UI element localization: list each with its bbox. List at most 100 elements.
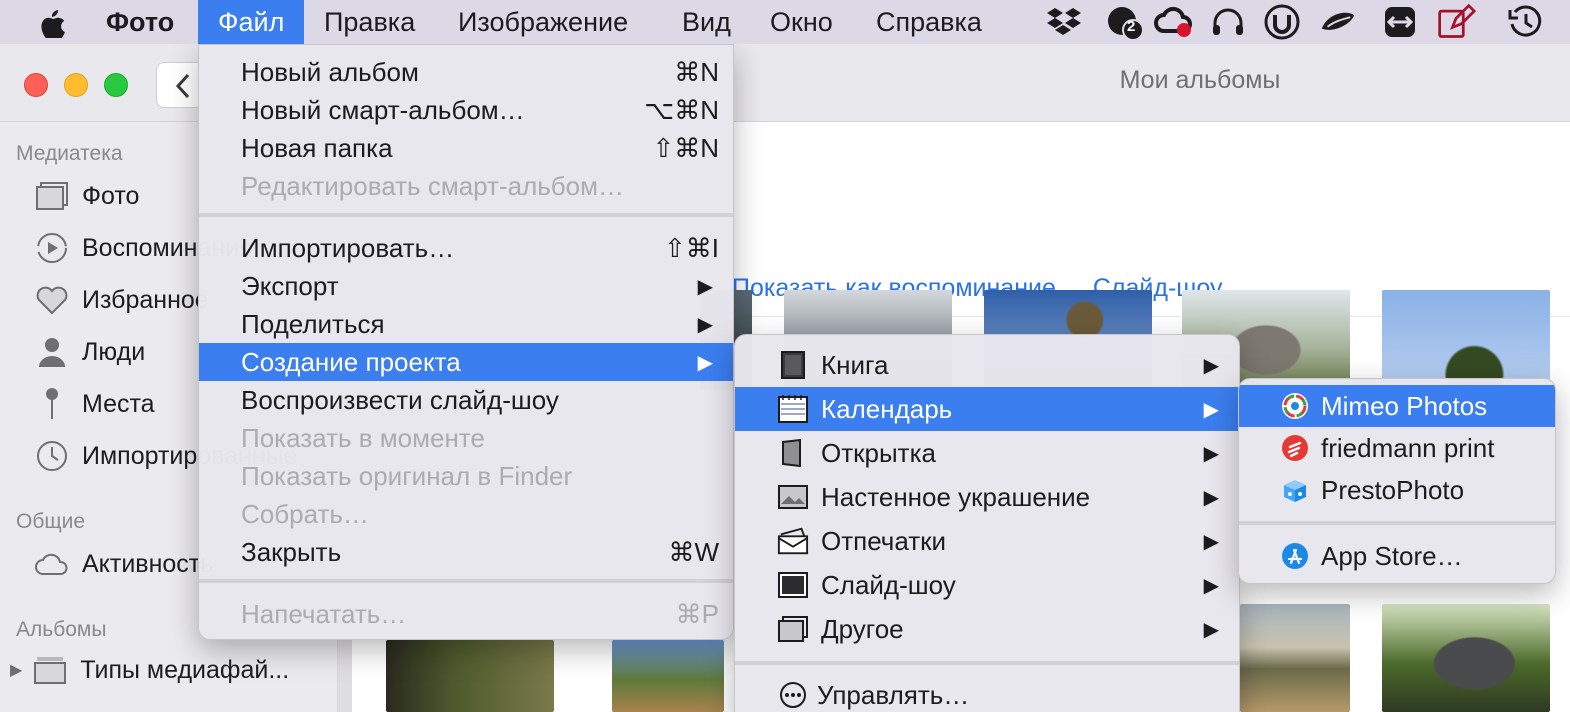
- menu-item-slideshow[interactable]: Слайд-шоу ▶: [735, 563, 1239, 607]
- memories-icon: [32, 230, 72, 266]
- dropbox-icon[interactable]: [1044, 3, 1084, 41]
- menu-item-manage[interactable]: Управлять…: [735, 673, 1239, 712]
- menubar-app-name[interactable]: Фото: [106, 0, 174, 44]
- teamviewer-icon[interactable]: [1380, 3, 1420, 41]
- menu-separator: [735, 661, 1239, 665]
- shortcut: ⌘W: [668, 536, 719, 567]
- sidebar-item-label: Люди: [82, 337, 146, 366]
- minimize-window-button[interactable]: [64, 73, 88, 97]
- other-icon: [777, 613, 809, 645]
- utorrent-icon[interactable]: [1262, 3, 1302, 41]
- submenu-arrow-icon: ▶: [1203, 486, 1219, 509]
- menu-item-share[interactable]: Поделиться ▶: [199, 305, 733, 343]
- submenu-arrow-icon: ▶: [1203, 354, 1219, 377]
- folder-stack-icon: [30, 652, 70, 688]
- submenu-arrow-icon: ▶: [697, 351, 713, 374]
- mimeo-icon: [1279, 390, 1311, 422]
- person-icon: [32, 334, 72, 370]
- photos-icon: [32, 178, 72, 214]
- cloud-icon: [32, 546, 72, 582]
- sidebar-item-favorites[interactable]: Избранное: [32, 278, 209, 322]
- sidebar-item-label: Фото: [82, 181, 140, 210]
- menu-item-new-album[interactable]: Новый альбом ⌘N: [199, 53, 733, 91]
- menu-separator: [1239, 521, 1555, 525]
- sidebar-item-label: Места: [82, 389, 155, 418]
- pin-icon: [32, 386, 72, 422]
- menu-item-app-store[interactable]: App Store…: [1239, 535, 1555, 577]
- menubar-item-image[interactable]: Изображение: [438, 0, 648, 44]
- photo-thumbnail[interactable]: [386, 640, 554, 712]
- note-edit-icon[interactable]: [1436, 3, 1476, 41]
- menu-item-friedmann-print[interactable]: friedmann print: [1239, 427, 1555, 469]
- menu-item-calendar[interactable]: Календарь ▶: [735, 387, 1239, 431]
- menu-item-prints[interactable]: Отпечатки ▶: [735, 519, 1239, 563]
- sidebar-item-places[interactable]: Места: [32, 382, 155, 426]
- shortcut: ⌘P: [675, 598, 719, 629]
- menu-item-prestophoto[interactable]: PrestoPhoto: [1239, 469, 1555, 511]
- apple-logo-icon[interactable]: [34, 6, 70, 38]
- sidebar-heading-albums: Альбомы: [16, 618, 107, 641]
- submenu-arrow-icon: ▶: [1203, 530, 1219, 553]
- card-icon: [777, 437, 809, 469]
- photo-thumbnail[interactable]: [612, 640, 724, 712]
- menu-item-book[interactable]: Книга ▶: [735, 343, 1239, 387]
- friedmann-icon: [1279, 432, 1311, 464]
- photo-thumbnail[interactable]: [1382, 290, 1550, 390]
- headphones-icon[interactable]: [1208, 3, 1248, 41]
- menu-item-card[interactable]: Открытка ▶: [735, 431, 1239, 475]
- submenu-arrow-icon: ▶: [1203, 574, 1219, 597]
- disclosure-triangle-icon[interactable]: ▶: [10, 660, 22, 680]
- menubar-item-window[interactable]: Окно: [750, 0, 853, 44]
- sidebar-item-people[interactable]: Люди: [32, 330, 145, 374]
- time-machine-icon[interactable]: [1506, 3, 1546, 41]
- menubar-item-edit[interactable]: Правка: [304, 0, 435, 44]
- sidebar-item-media-types[interactable]: ▶ Типы медиафай...: [10, 648, 289, 692]
- menu-item-new-folder[interactable]: Новая папка ⇧⌘N: [199, 129, 733, 167]
- file-menu: Новый альбом ⌘N Новый смарт-альбом… ⌥⌘N …: [198, 44, 734, 640]
- menu-item-import[interactable]: Импортировать… ⇧⌘I: [199, 229, 733, 267]
- menu-item-edit-smart-album: Редактировать смарт-альбом…: [241, 170, 625, 201]
- menubar-item-file[interactable]: Файл: [198, 0, 305, 44]
- menu-item-create-project[interactable]: Создание проекта ▶: [199, 343, 733, 381]
- prints-icon: [777, 525, 809, 557]
- zoom-window-button[interactable]: [104, 73, 128, 97]
- menu-item-new-smart-album[interactable]: Новый смарт-альбом… ⌥⌘N: [199, 91, 733, 129]
- sidebar-item-label: Активность: [82, 549, 214, 578]
- window-title: Мои альбомы: [1119, 66, 1281, 94]
- more-ellipsis-icon: [777, 679, 809, 711]
- menu-item-print: Напечатать… ⌘P: [241, 598, 719, 629]
- creative-cloud-icon[interactable]: [1154, 3, 1194, 41]
- sidebar-item-activity[interactable]: Активность: [32, 542, 213, 586]
- heart-icon: [32, 282, 72, 318]
- sidebar-item-label: Типы медиафай...: [80, 655, 290, 684]
- calendar-submenu: Mimeo Photos friedmann print PrestoPhoto…: [1238, 378, 1556, 584]
- prestophoto-icon: [1279, 474, 1311, 506]
- menu-item-close[interactable]: Закрыть ⌘W: [199, 533, 733, 571]
- menu-item-mimeo-photos[interactable]: Mimeo Photos: [1239, 385, 1555, 427]
- clock-icon: [32, 438, 72, 474]
- shortcut: ⌘N: [674, 56, 719, 87]
- menu-item-export[interactable]: Экспорт ▶: [199, 267, 733, 305]
- menu-item-wall-decor[interactable]: Настенное украшение ▶: [735, 475, 1239, 519]
- photo-thumbnail[interactable]: [1382, 604, 1550, 712]
- app-store-icon: [1279, 540, 1311, 572]
- shortcut: ⌥⌘N: [644, 94, 719, 125]
- photo-thumbnail[interactable]: [1240, 604, 1350, 712]
- menu-separator: [199, 579, 733, 583]
- submenu-arrow-icon: ▶: [697, 275, 713, 298]
- sidebar-heading-shared: Общие: [16, 510, 86, 533]
- book-icon: [777, 349, 809, 381]
- calendar-icon: [777, 393, 809, 425]
- menu-separator: [199, 213, 733, 217]
- menu-item-other[interactable]: Другое ▶: [735, 607, 1239, 651]
- wall-decor-icon: [777, 481, 809, 513]
- close-window-button[interactable]: [24, 73, 48, 97]
- shortcut: ⇧⌘N: [652, 132, 719, 163]
- badge-app-icon[interactable]: 2: [1106, 3, 1146, 41]
- menubar-item-help[interactable]: Справка: [856, 0, 1002, 44]
- sidebar-item-photos[interactable]: Фото: [32, 174, 139, 218]
- menu-item-play-slideshow[interactable]: Воспроизвести слайд-шоу: [199, 381, 733, 419]
- menubar-item-view[interactable]: Вид: [662, 0, 751, 44]
- sync-app-icon[interactable]: [1318, 3, 1358, 41]
- slideshow-icon: [777, 569, 809, 601]
